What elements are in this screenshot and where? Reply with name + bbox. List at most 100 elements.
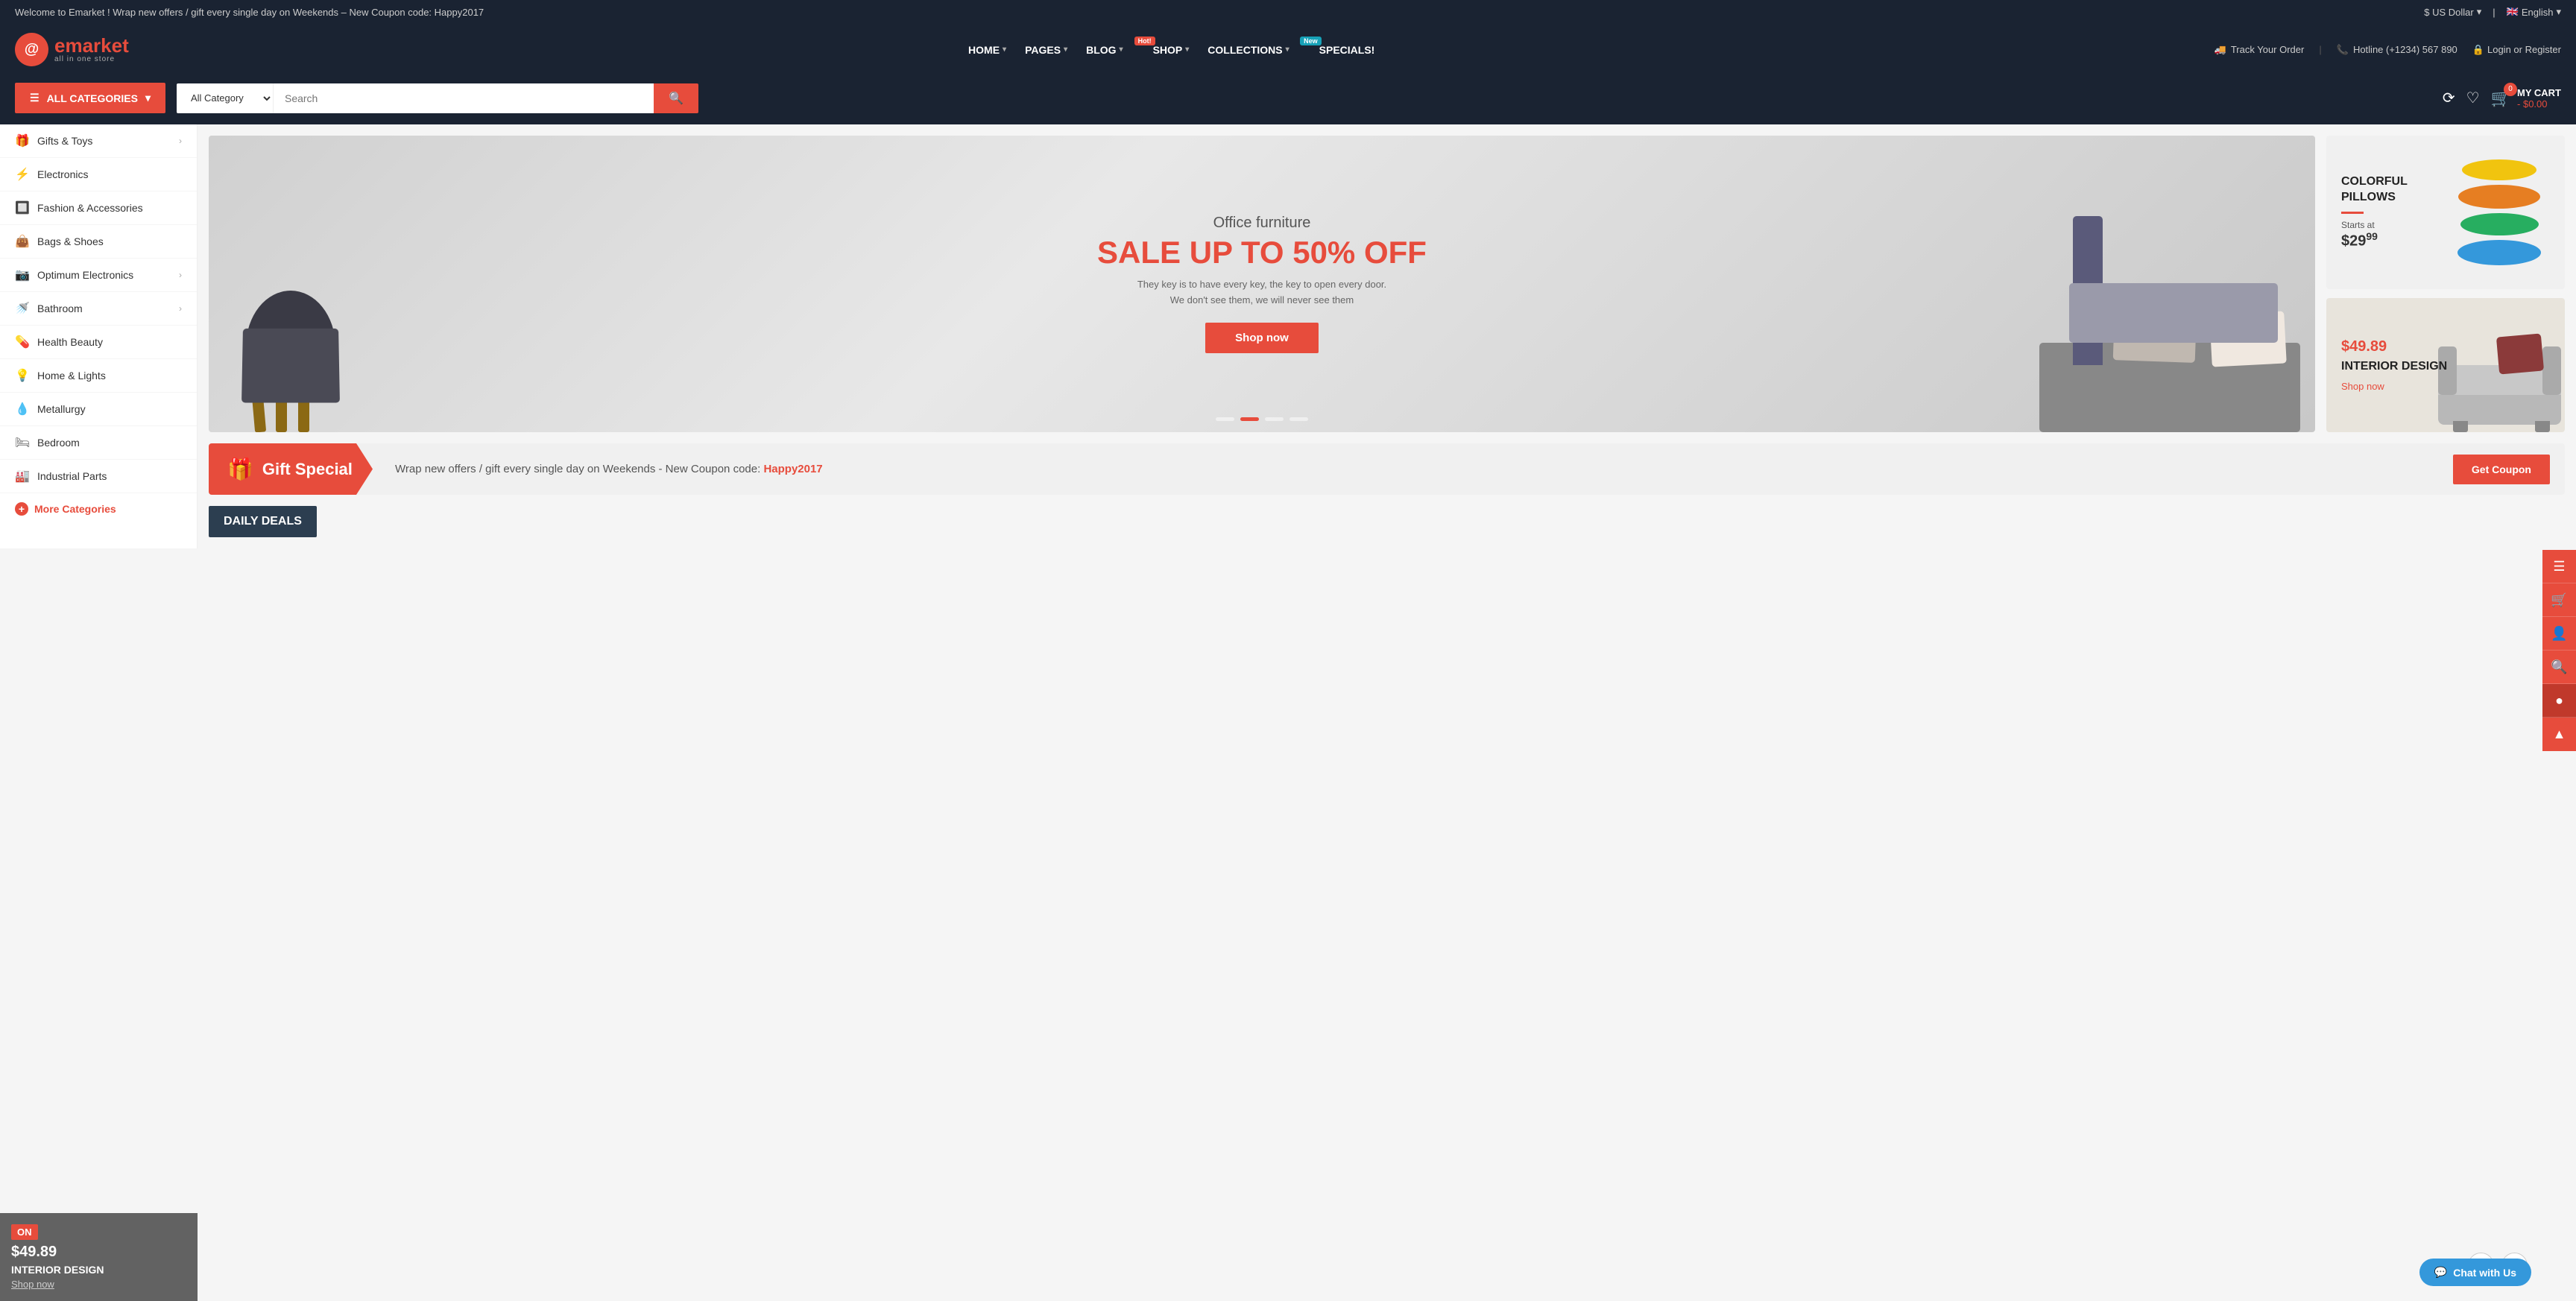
shop-dropdown-icon: ▾ xyxy=(1185,45,1189,54)
gift-label: 🎁 Gift Special xyxy=(209,443,373,495)
health-icon: 💊 xyxy=(15,335,30,349)
metallurgy-icon: 💧 xyxy=(15,402,30,417)
sidebar-item-health-beauty[interactable]: 💊 Health Beauty xyxy=(0,326,197,359)
dot-1[interactable] xyxy=(1216,417,1234,421)
bed-decoration xyxy=(2017,246,2300,432)
home-lights-icon: 💡 xyxy=(15,368,30,383)
side-banner-interior[interactable]: $49.89 INTERIOR DESIGN Shop now xyxy=(2326,298,2565,432)
get-coupon-button[interactable]: Get Coupon xyxy=(2453,455,2550,484)
hamburger-icon: ☰ xyxy=(30,92,40,104)
daily-deals-section: DAILY DEALS xyxy=(209,506,2565,537)
sidebar-item-industrial-parts[interactable]: 🏭 Industrial Parts xyxy=(0,460,197,493)
blog-dropdown-icon: ▾ xyxy=(1120,45,1123,54)
sidebar-item-optimum-electronics[interactable]: 📷 Optimum Electronics › xyxy=(0,259,197,292)
search-area: ☰ ALL CATEGORIES ▾ All Category 🔍 ⟳ ♡ 🛒 … xyxy=(0,75,2576,124)
login-register-link[interactable]: 🔒 Login or Register xyxy=(2472,44,2561,56)
search-button[interactable]: 🔍 xyxy=(654,83,698,113)
pillows-price-label: Starts at xyxy=(2341,220,2408,230)
sidebar: 🎁 Gifts & Toys › ⚡ Electronics 🔲 Fashion… xyxy=(0,124,198,548)
announcement-bar: Welcome to Emarket ! Wrap new offers / g… xyxy=(0,0,2576,24)
all-categories-button[interactable]: ☰ ALL CATEGORIES ▾ xyxy=(15,83,165,113)
left-preview-card[interactable]: ON $49.89 INTERIOR DESIGN Shop now xyxy=(0,1213,198,1301)
preview-price: $49.89 xyxy=(11,1244,186,1261)
nav-blog[interactable]: Hot! BLOG ▾ xyxy=(1086,44,1134,56)
side-banner-pillows[interactable]: COLORFULPILLOWS Starts at $2999 xyxy=(2326,136,2565,289)
float-cart-button[interactable]: 🛒 xyxy=(2542,583,2576,617)
track-order[interactable]: 🚚 Track Your Order xyxy=(2214,44,2305,56)
refresh-button[interactable]: ⟳ xyxy=(2443,89,2455,107)
hero-content: Office furniture SALE UP TO 50% OFF They… xyxy=(1082,200,1442,369)
sidebar-item-bedroom[interactable]: 🛏 Bedroom xyxy=(0,426,197,460)
gift-bar: 🎁 Gift Special Wrap new offers / gift ev… xyxy=(209,443,2565,495)
sidebar-item-gifts-toys[interactable]: 🎁 Gifts & Toys › xyxy=(0,124,197,158)
sidebar-item-bags-shoes[interactable]: 👜 Bags & Shoes xyxy=(0,225,197,259)
optimum-icon: 📷 xyxy=(15,268,30,282)
hero-subtitle: Office furniture xyxy=(1097,215,1427,232)
chat-widget[interactable]: 💬 Chat with Us xyxy=(2419,1259,2531,1286)
sofa-decoration xyxy=(2431,335,2565,432)
more-plus-icon: + xyxy=(15,502,28,516)
float-search-button[interactable]: 🔍 xyxy=(2542,650,2576,684)
language-selector[interactable]: 🇬🇧 English ▾ xyxy=(2507,6,2561,18)
hero-shop-now-button[interactable]: Shop now xyxy=(1205,323,1319,353)
hotline[interactable]: 📞 Hotline (+1234) 567 890 xyxy=(2337,44,2457,56)
logo[interactable]: @ emarket all in one store xyxy=(15,33,129,66)
float-user-button[interactable]: 👤 xyxy=(2542,617,2576,650)
logo-icon: @ xyxy=(15,33,48,66)
brand-name: emarket xyxy=(54,36,129,55)
dot-3[interactable] xyxy=(1265,417,1284,421)
main-layout: 🎁 Gifts & Toys › ⚡ Electronics 🔲 Fashion… xyxy=(0,124,2576,548)
nav-pages[interactable]: PAGES ▾ xyxy=(1025,44,1067,56)
pillows-red-divider xyxy=(2341,212,2364,214)
header-icons: ⟳ ♡ 🛒 0 MY CART - $0.00 xyxy=(2443,87,2561,110)
lock-icon: 🔒 xyxy=(2472,44,2484,56)
sidebar-item-home-lights[interactable]: 💡 Home & Lights xyxy=(0,359,197,393)
currency-selector[interactable]: $ US Dollar ▾ xyxy=(2424,6,2481,18)
float-menu-button[interactable]: ☰ xyxy=(2542,550,2576,583)
side-banners: COLORFULPILLOWS Starts at $2999 xyxy=(2326,136,2565,432)
dot-2[interactable] xyxy=(1240,417,1259,421)
gift-message: Wrap new offers / gift every single day … xyxy=(373,449,2453,489)
fashion-icon: 🔲 xyxy=(15,200,30,215)
electronics-icon: ⚡ xyxy=(15,167,30,182)
chat-icon: 💬 xyxy=(2434,1266,2447,1279)
gifts-icon: 🎁 xyxy=(15,133,30,148)
hero-title: SALE UP TO 50% OFF xyxy=(1097,235,1427,270)
interior-price: $49.89 xyxy=(2341,338,2447,355)
sidebar-item-fashion[interactable]: 🔲 Fashion & Accessories xyxy=(0,191,197,225)
gifts-arrow-icon: › xyxy=(179,136,182,146)
announcement-text: Welcome to Emarket ! Wrap new offers / g… xyxy=(15,7,484,18)
bathroom-arrow-icon: › xyxy=(179,303,182,314)
hero-section: Office furniture SALE UP TO 50% OFF They… xyxy=(209,136,2565,432)
nav-home[interactable]: HOME ▾ xyxy=(968,44,1006,56)
header-right: 🚚 Track Your Order | 📞 Hotline (+1234) 5… xyxy=(2214,44,2561,56)
dot-4[interactable] xyxy=(1289,417,1308,421)
sidebar-item-metallurgy[interactable]: 💧 Metallurgy xyxy=(0,393,197,426)
bathroom-icon: 🚿 xyxy=(15,301,30,316)
pillow-green xyxy=(2460,213,2539,235)
category-select[interactable]: All Category xyxy=(177,83,274,113)
gift-icon: 🎁 xyxy=(227,457,253,481)
more-categories-button[interactable]: + More Categories xyxy=(0,493,197,525)
nav-collections[interactable]: New COLLECTIONS ▾ xyxy=(1208,44,1300,56)
lang-divider: | xyxy=(2493,7,2495,18)
optimum-arrow-icon: › xyxy=(179,270,182,280)
cart-button[interactable]: 🛒 0 MY CART - $0.00 xyxy=(2491,87,2561,110)
sidebar-item-bathroom[interactable]: 🚿 Bathroom › xyxy=(0,292,197,326)
wishlist-button[interactable]: ♡ xyxy=(2466,89,2480,107)
cart-count-badge: 0 xyxy=(2504,83,2517,96)
sidebar-item-electronics[interactable]: ⚡ Electronics xyxy=(0,158,197,191)
search-input[interactable] xyxy=(274,83,654,113)
pages-dropdown-icon: ▾ xyxy=(1064,45,1067,54)
pillows-banner-title: COLORFULPILLOWS xyxy=(2341,174,2408,206)
nav-specials[interactable]: SPECIALS! xyxy=(1319,44,1375,56)
pillows-price: $2999 xyxy=(2341,230,2408,250)
preview-shop-link[interactable]: Shop now xyxy=(11,1279,186,1290)
hero-description: They key is to have every key, the key t… xyxy=(1097,277,1427,308)
interior-shop-link[interactable]: Shop now xyxy=(2341,381,2447,392)
float-compare-button[interactable]: ● xyxy=(2542,684,2576,718)
float-top-button[interactable]: ▲ xyxy=(2542,718,2576,751)
nav-shop[interactable]: SHOP ▾ xyxy=(1153,44,1190,56)
floating-buttons: ☰ 🛒 👤 🔍 ● ▲ xyxy=(2542,550,2576,751)
interior-title: INTERIOR DESIGN xyxy=(2341,359,2447,375)
